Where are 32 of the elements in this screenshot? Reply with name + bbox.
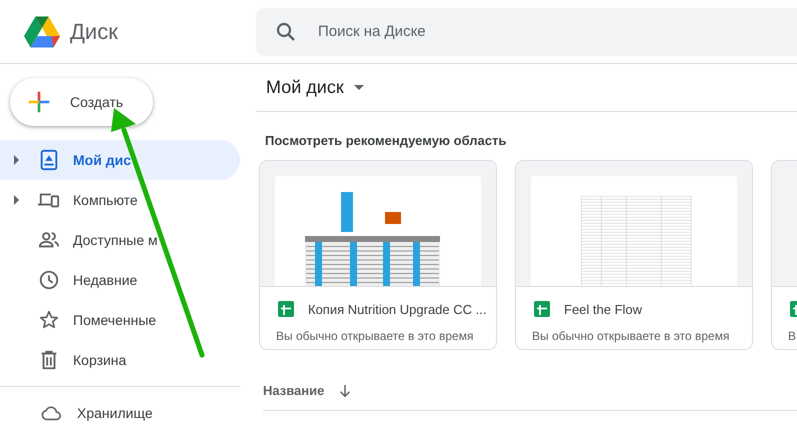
spreadsheet-icon — [532, 299, 552, 319]
file-card[interactable]: В — [771, 160, 797, 350]
star-icon — [38, 309, 60, 331]
sidebar-item[interactable]: Компьюте — [0, 180, 240, 220]
expand-arrow-icon[interactable] — [14, 195, 18, 205]
drive-logo-icon — [22, 14, 62, 50]
clock-icon — [38, 269, 60, 291]
create-button[interactable]: Создать — [10, 78, 153, 126]
search-field[interactable]: Поиск на Диске — [256, 8, 797, 56]
spreadsheet-icon — [276, 299, 296, 319]
sidebar-item[interactable]: Доступные м — [0, 220, 240, 260]
sidebar-item[interactable]: Помеченные — [0, 300, 240, 340]
column-header[interactable]: Название — [263, 383, 324, 398]
app-title: Диск — [70, 18, 118, 44]
sidebar-item[interactable]: Корзина — [0, 340, 240, 380]
page-title[interactable]: Мой диск — [266, 77, 344, 98]
file-name: Копия Nutrition Upgrade CC ... — [308, 302, 486, 316]
file-reason: Вы обычно открываете в это время — [276, 329, 474, 343]
dropdown-caret-icon — [354, 85, 364, 90]
section-title: Посмотреть рекомендуемую область — [264, 132, 508, 147]
search-field[interactable]: Поиск на Диске — [316, 22, 797, 41]
file-reason: В — [788, 329, 797, 343]
sidebar-item[interactable]: Мой дис — [0, 140, 240, 180]
drive-icon — [38, 149, 60, 171]
sidebar-item[interactable]: Хранилище — [0, 401, 240, 425]
file-card[interactable]: Копия Nutrition Upgrade CC ... Вы обычно открываете в это время — [259, 160, 497, 350]
sidebar-item[interactable]: Недавние — [0, 260, 240, 300]
expand-arrow-icon[interactable] — [14, 155, 18, 165]
file-name: Feel the Flow — [564, 302, 642, 316]
plus-icon — [27, 90, 51, 114]
file-reason: Вы обычно открываете в это время — [532, 329, 730, 343]
file-card[interactable]: Feel the Flow Вы обычно открываете в это время — [515, 160, 753, 350]
